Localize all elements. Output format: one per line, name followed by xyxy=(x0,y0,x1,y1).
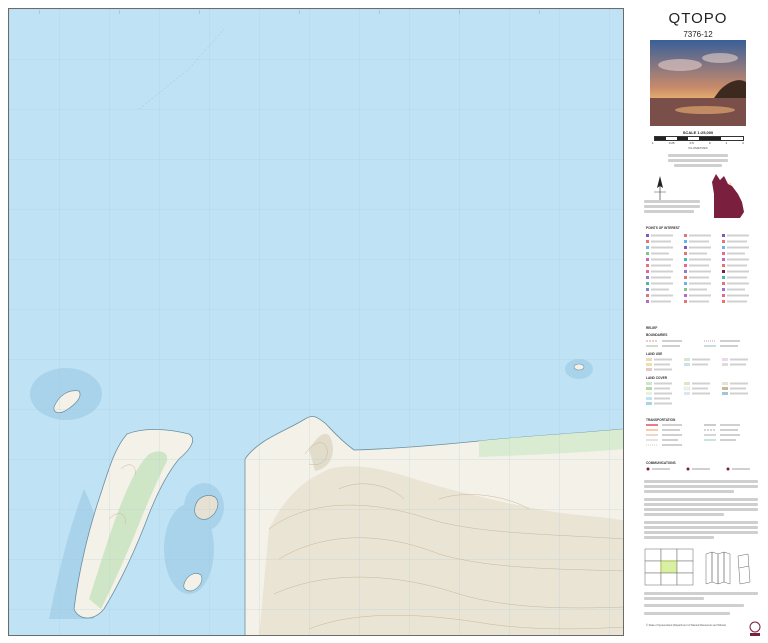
legend-heading-transportation: TRANSPORTATION xyxy=(646,418,676,422)
notes-text xyxy=(644,498,758,501)
sheet-number: 7376-12 xyxy=(683,30,713,39)
magnetic-note xyxy=(644,210,694,213)
legend-symbols-points xyxy=(646,234,749,303)
notes-text xyxy=(644,531,758,534)
notes-text xyxy=(644,503,758,506)
legend-heading-land-use: LAND USE xyxy=(646,352,663,356)
topographic-map[interactable] xyxy=(9,9,624,636)
grid-tick-top: │ xyxy=(379,10,381,14)
disclaimer-text xyxy=(644,604,744,607)
legend-symbols-land-cover xyxy=(646,382,748,405)
disclaimer-text xyxy=(644,612,730,615)
notes-text xyxy=(644,480,758,483)
notes-text xyxy=(644,526,758,529)
magnetic-note xyxy=(644,205,700,208)
map-grid xyxy=(9,9,623,635)
legend-symbols-boundaries xyxy=(646,340,740,347)
legend-heading-points: POINTS OF INTEREST xyxy=(646,226,680,230)
disclaimer-text xyxy=(644,597,704,600)
grid-tick-top: │ xyxy=(299,10,301,14)
map-legend-panel: QTOPO 7376-12 SCALE 1:25,000 1 0.25 0.5 xyxy=(628,0,768,643)
grid-tick-top: │ xyxy=(459,10,461,14)
legend-heading-communications: COMMUNICATIONS xyxy=(646,461,676,465)
magnetic-note xyxy=(644,200,700,203)
legend-heading-relief: RELIEF xyxy=(646,326,658,330)
copyright-text: © State of Queensland (Department of Nat… xyxy=(646,624,727,627)
grid-tick-top: │ xyxy=(39,10,41,14)
projection-text xyxy=(668,159,728,162)
projection-text xyxy=(674,164,722,167)
notes-text xyxy=(644,508,758,511)
notes-text xyxy=(644,536,714,539)
north-arrow-icon xyxy=(654,176,666,200)
legend-heading-land-cover: LAND COVER xyxy=(646,376,668,380)
state-locator-map xyxy=(712,174,744,218)
adjoining-maps-diagram[interactable] xyxy=(644,548,696,588)
map-title: QTOPO xyxy=(668,10,728,27)
legend-symbols-land-use xyxy=(646,358,748,371)
map-frame[interactable]: │ │ │ │ │ │ │ xyxy=(8,8,624,636)
cover-photo xyxy=(650,40,746,126)
scale-label: SCALE 1:25,000 xyxy=(682,130,714,135)
grid-tick-top: │ xyxy=(199,10,201,14)
legend-heading-boundaries: BOUNDARIES xyxy=(646,333,668,337)
notes-text xyxy=(644,485,758,488)
disclaimer-text xyxy=(644,592,758,595)
legend-symbols-communications xyxy=(646,467,750,471)
scale-ticks: 1 0.25 0.5 0 1 2 xyxy=(652,141,744,145)
notes-text xyxy=(644,490,734,493)
projection-text xyxy=(668,154,728,157)
legend-symbols-transport xyxy=(646,424,740,446)
scale-unit: KILOMETRES xyxy=(688,146,708,150)
notes-text xyxy=(644,521,758,524)
grid-tick-top: │ xyxy=(539,10,541,14)
grid-tick-top: │ xyxy=(119,10,121,14)
queensland-government-logo-icon xyxy=(749,621,761,636)
notes-text xyxy=(644,513,724,516)
map-fold-diagram xyxy=(705,551,751,585)
